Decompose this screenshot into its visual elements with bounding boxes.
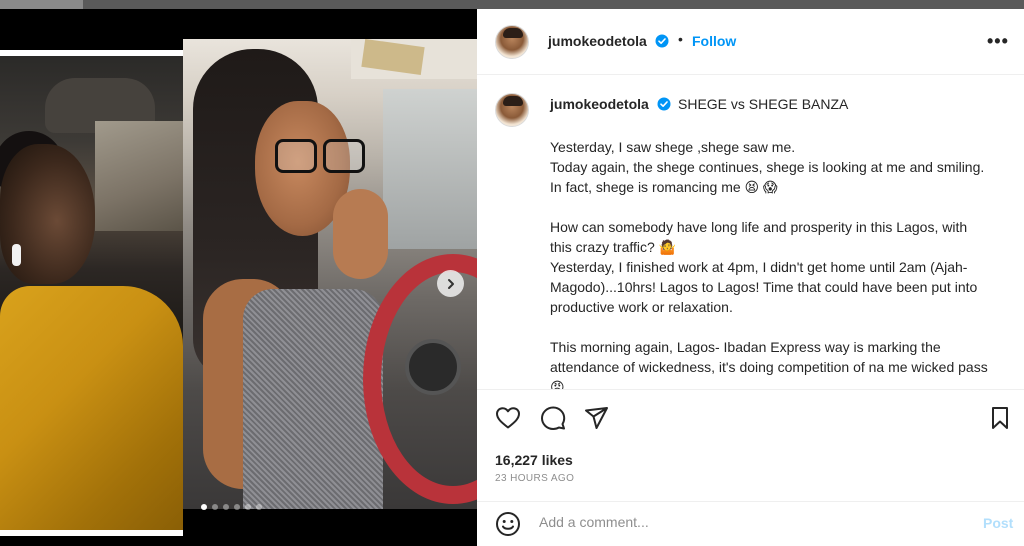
comment-bar: Post bbox=[477, 501, 1024, 546]
comment-input[interactable] bbox=[539, 514, 959, 530]
browser-top-strip bbox=[0, 0, 1024, 9]
paper-plane-icon[interactable] bbox=[584, 406, 610, 430]
smiley-icon[interactable] bbox=[495, 511, 521, 537]
separator-dot: • bbox=[678, 31, 683, 47]
carousel-dot bbox=[223, 504, 229, 510]
carousel-dot bbox=[234, 504, 240, 510]
post-timestamp[interactable]: 23 HOURS AGO bbox=[495, 473, 574, 484]
photo-earbud bbox=[12, 244, 21, 266]
heart-icon[interactable] bbox=[495, 406, 521, 430]
photo-man-in-car bbox=[0, 56, 183, 530]
action-bar bbox=[477, 389, 1024, 449]
post-comment-button[interactable]: Post bbox=[983, 515, 1013, 531]
photo-yellow-shirt bbox=[0, 286, 183, 530]
username-text[interactable]: jumokeodetola bbox=[550, 96, 649, 112]
carousel-dot bbox=[245, 504, 251, 510]
carousel-next-button[interactable] bbox=[437, 270, 464, 297]
post-header: jumokeodetola • Follow ••• bbox=[477, 9, 1024, 75]
avatar[interactable] bbox=[495, 93, 529, 127]
verified-badge-icon bbox=[657, 97, 671, 111]
post-side-panel: jumokeodetola • Follow ••• jumokeodetola… bbox=[477, 9, 1024, 546]
verified-badge-icon bbox=[655, 34, 669, 48]
carousel-indicator bbox=[201, 504, 262, 510]
username-text[interactable]: jumokeodetola bbox=[548, 33, 647, 49]
header-username[interactable]: jumokeodetola bbox=[548, 33, 669, 49]
follow-button[interactable]: Follow bbox=[692, 33, 736, 49]
carousel-photo-current bbox=[183, 39, 477, 509]
post-media bbox=[0, 9, 477, 546]
photo-steering-hub bbox=[405, 339, 461, 395]
bookmark-icon[interactable] bbox=[989, 406, 1011, 430]
caption-title: SHEGE vs SHEGE BANZA bbox=[678, 96, 849, 112]
avatar[interactable] bbox=[495, 25, 529, 59]
photo-sunglasses bbox=[275, 139, 370, 175]
comment-icon[interactable] bbox=[540, 406, 566, 430]
photo-window bbox=[95, 121, 183, 231]
carousel-photo-previous bbox=[0, 50, 183, 536]
carousel-dot bbox=[212, 504, 218, 510]
likes-count[interactable]: 16,227 likes bbox=[495, 452, 573, 468]
more-options-button[interactable]: ••• bbox=[987, 31, 1009, 52]
photo-car-window bbox=[383, 89, 477, 249]
browser-tab-strip bbox=[0, 0, 83, 9]
caption-body: Yesterday, I saw shege ,shege saw me. To… bbox=[550, 139, 988, 389]
photo-hand bbox=[333, 189, 388, 279]
photo-sparkle-dress bbox=[243, 289, 383, 509]
chevron-right-icon bbox=[447, 278, 454, 289]
carousel-dot bbox=[201, 504, 207, 510]
carousel-dot bbox=[256, 504, 262, 510]
caption-username[interactable]: jumokeodetola bbox=[550, 96, 671, 112]
caption-area[interactable]: jumokeodetola SHEGE vs SHEGE BANZA Yeste… bbox=[477, 76, 1024, 389]
